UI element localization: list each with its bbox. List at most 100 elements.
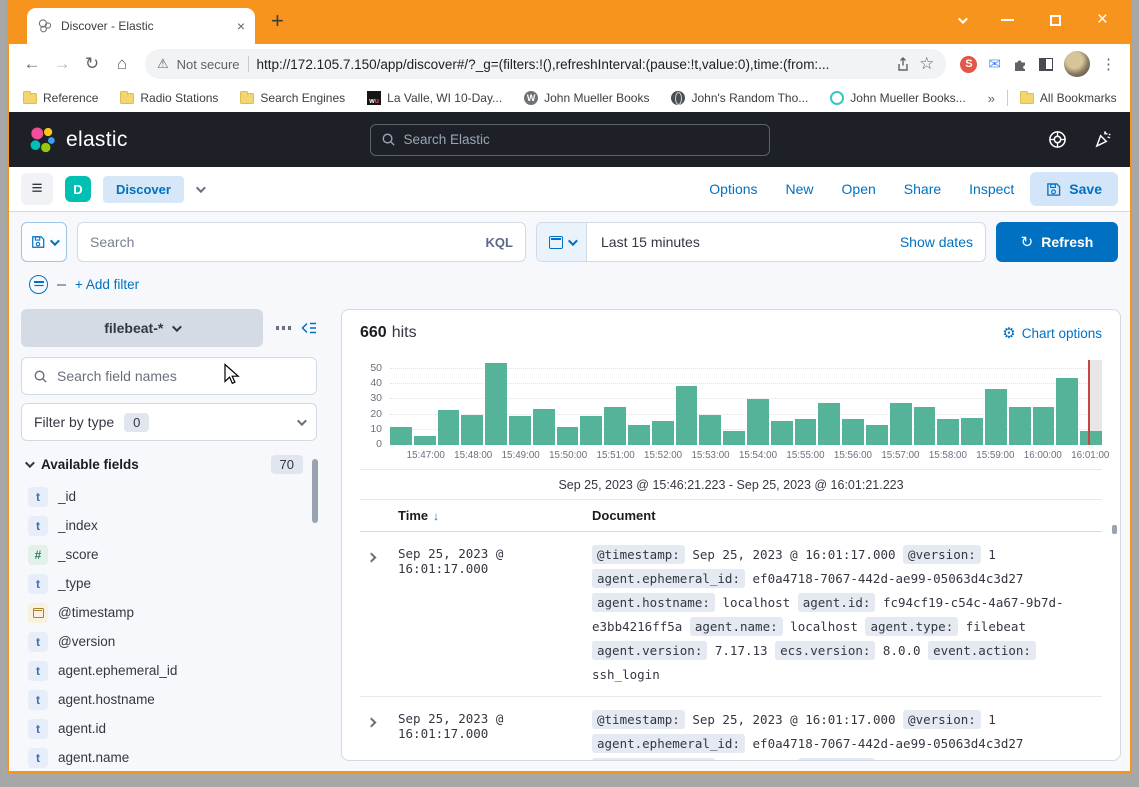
- histogram-bar[interactable]: [533, 409, 555, 445]
- date-quick-menu-button[interactable]: [537, 223, 587, 261]
- histogram-bar[interactable]: [1080, 431, 1102, 445]
- open-link[interactable]: Open: [842, 181, 876, 197]
- histogram-bar[interactable]: [580, 416, 602, 445]
- histogram-bar[interactable]: [771, 421, 793, 445]
- time-range-value[interactable]: Last 15 minutes: [587, 234, 888, 250]
- field-list-item[interactable]: t_index: [21, 511, 317, 540]
- histogram-bar[interactable]: [414, 436, 436, 445]
- reload-icon[interactable]: ↻: [79, 54, 105, 74]
- bookmark-item[interactable]: WJohn Mueller Books: [524, 91, 649, 105]
- histogram-bar[interactable]: [1009, 407, 1031, 445]
- field-list-item[interactable]: t_type: [21, 569, 317, 598]
- inspect-link[interactable]: Inspect: [969, 181, 1014, 197]
- histogram-bar[interactable]: [890, 403, 912, 446]
- forward-icon[interactable]: →: [49, 54, 75, 74]
- new-link[interactable]: New: [786, 181, 814, 197]
- histogram-bar[interactable]: [604, 407, 626, 445]
- save-button[interactable]: Save: [1030, 172, 1118, 206]
- histogram-bar[interactable]: [818, 403, 840, 446]
- histogram-bar[interactable]: [747, 399, 769, 445]
- url-bar[interactable]: ⚠ Not secure http://172.105.7.150/app/di…: [145, 49, 946, 79]
- field-list-item[interactable]: t@version: [21, 627, 317, 656]
- help-lifering-icon[interactable]: [1048, 130, 1067, 149]
- space-avatar[interactable]: D: [65, 176, 91, 202]
- histogram-bar[interactable]: [795, 419, 817, 445]
- histogram-bar[interactable]: [699, 415, 721, 445]
- field-search-input[interactable]: Search field names: [21, 357, 317, 395]
- histogram-bar[interactable]: [937, 419, 959, 445]
- histogram-bar[interactable]: [485, 363, 507, 445]
- share-link[interactable]: Share: [904, 181, 941, 197]
- histogram-bar[interactable]: [509, 416, 531, 445]
- star-icon[interactable]: ☆: [919, 54, 934, 74]
- extension-s-icon[interactable]: S: [960, 56, 977, 73]
- field-options-icon[interactable]: [276, 326, 292, 330]
- menu-kebab-icon[interactable]: ⋮: [1101, 55, 1116, 73]
- time-column-header[interactable]: Time ↓: [360, 508, 592, 523]
- window-chevron-icon[interactable]: [958, 14, 968, 24]
- available-fields-header[interactable]: Available fields 70: [21, 455, 317, 474]
- show-dates-link[interactable]: Show dates: [888, 234, 985, 250]
- window-maximize-button[interactable]: [1050, 15, 1061, 26]
- saved-query-menu-button[interactable]: [21, 222, 67, 262]
- query-language-button[interactable]: KQL: [486, 235, 513, 250]
- bookmark-item[interactable]: Search Engines: [240, 91, 345, 105]
- histogram-bar[interactable]: [438, 410, 460, 445]
- window-close-button[interactable]: ×: [1097, 13, 1108, 27]
- tab-close-icon[interactable]: ×: [237, 18, 245, 34]
- add-filter-link[interactable]: + Add filter: [75, 277, 139, 292]
- breadcrumb-discover[interactable]: Discover: [103, 176, 184, 203]
- window-minimize-button[interactable]: [1001, 19, 1014, 21]
- histogram-bar[interactable]: [1033, 407, 1055, 445]
- field-list-item[interactable]: tagent.ephemeral_id: [21, 656, 317, 685]
- field-list-item[interactable]: @timestamp: [21, 598, 317, 627]
- breadcrumb-chevron-icon[interactable]: [196, 183, 206, 193]
- field-list-item[interactable]: tagent.name: [21, 743, 317, 771]
- new-tab-button[interactable]: +: [271, 8, 284, 34]
- news-party-icon[interactable]: [1093, 130, 1112, 149]
- share-icon[interactable]: [895, 56, 911, 72]
- histogram-bar[interactable]: [390, 427, 412, 445]
- home-icon[interactable]: ⌂: [109, 54, 135, 74]
- field-list-item[interactable]: tagent.id: [21, 714, 317, 743]
- elastic-brand[interactable]: elastic: [27, 125, 128, 155]
- histogram-bar[interactable]: [723, 431, 745, 445]
- browser-tab[interactable]: Discover - Elastic ×: [27, 8, 255, 44]
- histogram-bar[interactable]: [961, 418, 983, 445]
- sidebar-scrollbar-thumb[interactable]: [312, 459, 318, 523]
- field-list-item[interactable]: tagent.hostname: [21, 685, 317, 714]
- histogram-bar[interactable]: [676, 386, 698, 445]
- expand-row-button[interactable]: [360, 708, 398, 760]
- histogram-bar[interactable]: [985, 389, 1007, 445]
- url-text[interactable]: http://172.105.7.150/app/discover#/?_g=(…: [257, 57, 888, 72]
- expand-row-button[interactable]: [360, 543, 398, 687]
- histogram-bar[interactable]: [628, 425, 650, 445]
- chart-options-button[interactable]: ⚙ Chart options: [1002, 324, 1102, 342]
- filter-sets-icon[interactable]: [29, 275, 48, 294]
- field-list-item[interactable]: t_id: [21, 482, 317, 511]
- histogram-bar[interactable]: [461, 415, 483, 445]
- hamburger-menu-button[interactable]: ≡: [21, 173, 53, 205]
- results-scrollbar-thumb[interactable]: [1112, 525, 1117, 534]
- histogram-bar[interactable]: [1056, 378, 1078, 445]
- collapse-sidebar-icon[interactable]: [301, 320, 317, 336]
- bookmark-item[interactable]: Radio Stations: [120, 91, 218, 105]
- profile-avatar[interactable]: [1064, 51, 1090, 77]
- bookmark-item[interactable]: wuLa Valle, WI 10-Day...: [367, 91, 502, 105]
- refresh-button[interactable]: ↻ Refresh: [996, 222, 1118, 262]
- index-pattern-select[interactable]: filebeat-*: [21, 309, 263, 347]
- histogram-bar[interactable]: [557, 427, 579, 445]
- back-icon[interactable]: ←: [19, 54, 45, 74]
- mail-extension-icon[interactable]: ✉: [988, 55, 1001, 73]
- elastic-search-input[interactable]: Search Elastic: [370, 124, 770, 156]
- all-bookmarks-button[interactable]: All Bookmarks: [1020, 91, 1117, 105]
- bookmarks-overflow-icon[interactable]: »: [988, 91, 995, 106]
- side-panel-icon[interactable]: [1039, 58, 1053, 71]
- histogram-bar[interactable]: [914, 407, 936, 445]
- options-link[interactable]: Options: [709, 181, 757, 197]
- filter-by-type-select[interactable]: Filter by type 0: [21, 403, 317, 441]
- bookmark-item[interactable]: John Mueller Books...: [830, 91, 965, 105]
- extensions-puzzle-icon[interactable]: [1012, 56, 1028, 72]
- histogram-bar[interactable]: [842, 419, 864, 445]
- bookmark-item[interactable]: Reference: [23, 91, 98, 105]
